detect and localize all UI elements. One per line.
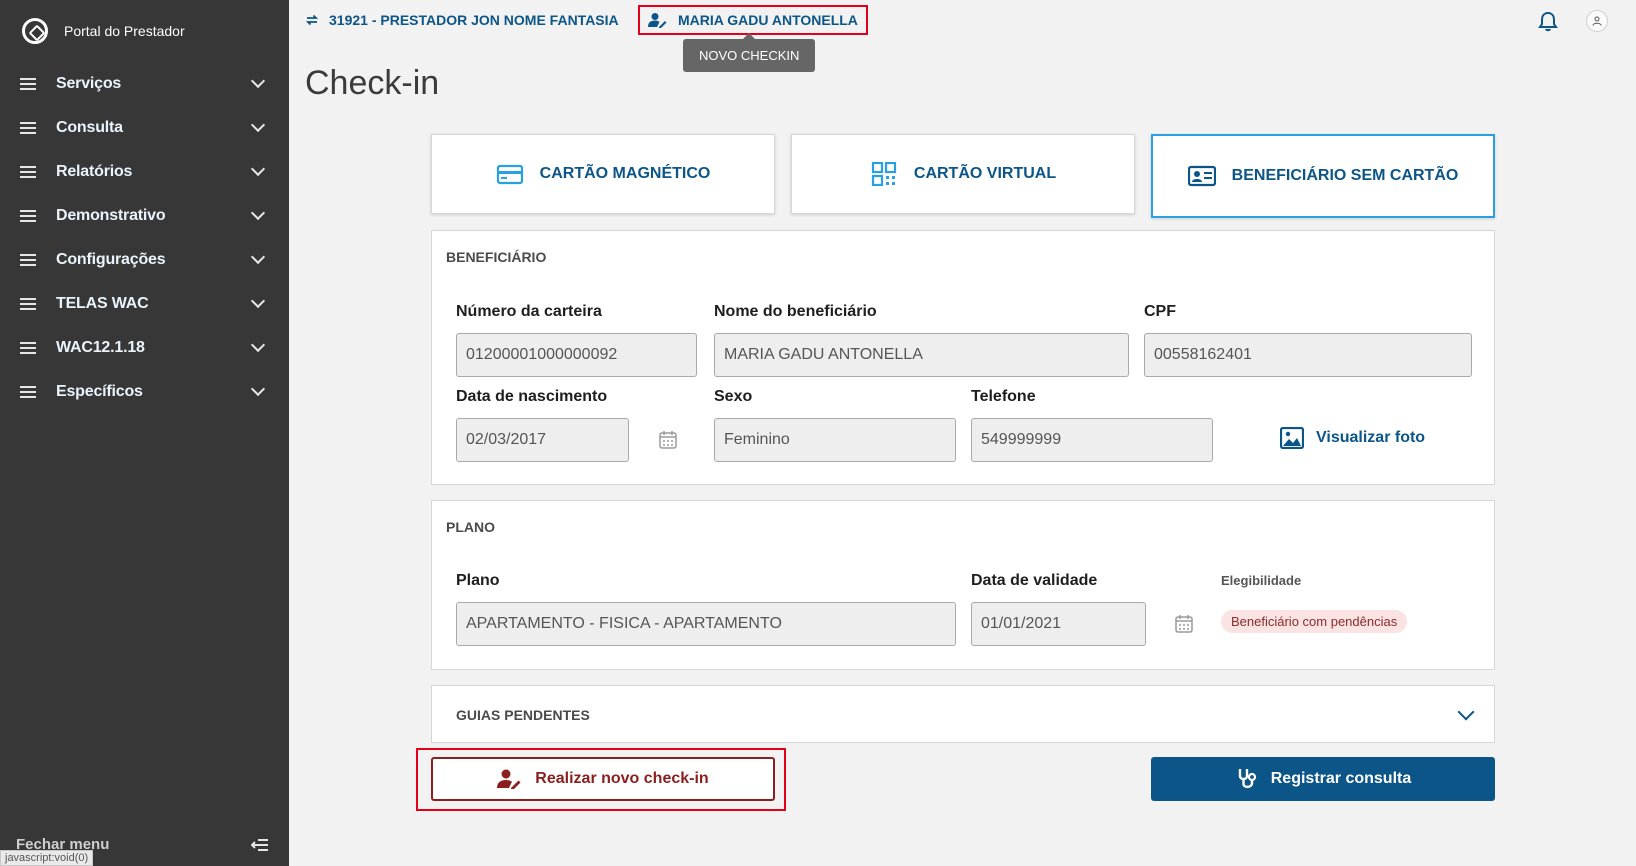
menu-icon (20, 386, 36, 398)
chevron-down-icon (250, 117, 266, 133)
telefone-label: Telefone (971, 388, 1036, 405)
image-icon (1280, 427, 1304, 449)
calendar-icon[interactable] (658, 430, 678, 450)
sidebar-item-servicos[interactable]: Serviços (0, 62, 289, 106)
tab-label: BENEFICIÁRIO SEM CARTÃO (1231, 167, 1459, 184)
sidebar-item-label: Serviços (56, 75, 122, 92)
sidebar-item-wac12[interactable]: WAC12.1.18 (0, 326, 289, 370)
numero-carteira-label: Número da carteira (456, 303, 602, 320)
status-badge: Beneficiário com pendências (1221, 610, 1408, 633)
sidebar: Portal do Prestador Serviços Consulta Re… (0, 0, 289, 866)
numero-carteira-field[interactable] (456, 333, 697, 377)
menu-icon (20, 342, 36, 354)
swap-icon (305, 14, 319, 26)
sidebar-item-label: Configurações (56, 251, 166, 268)
browser-status-url: javascript:void(0) (0, 850, 94, 866)
data-nascimento-field[interactable] (456, 418, 629, 462)
novo-checkin-label: Realizar novo check-in (535, 770, 709, 787)
novo-checkin-tooltip: NOVO CHECKIN (683, 33, 816, 72)
sidebar-item-label: Relatórios (56, 163, 133, 180)
sidebar-item-telas-wac[interactable]: TELAS WAC (0, 282, 289, 326)
chevron-down-icon (1457, 703, 1475, 721)
chevron-down-icon (250, 205, 266, 221)
chevron-down-icon (250, 337, 266, 353)
plano-card: PLANO Plano Data de validade Elegibilida… (431, 500, 1495, 670)
cpf-field[interactable] (1144, 333, 1472, 377)
data-nascimento-label: Data de nascimento (456, 388, 608, 405)
menu-icon (20, 210, 36, 222)
chevron-down-icon (250, 293, 266, 309)
sidebar-item-relatorios[interactable]: Relatórios (0, 150, 289, 194)
menu-icon (20, 166, 36, 178)
user-icon (1592, 16, 1602, 26)
plano-label: Plano (456, 572, 500, 589)
telefone-field[interactable] (971, 418, 1213, 462)
bell-icon[interactable] (1537, 10, 1559, 32)
nome-beneficiario-label: Nome do beneficiário (714, 303, 877, 320)
chevron-down-icon (250, 381, 266, 397)
sidebar-item-configuracoes[interactable]: Configurações (0, 238, 289, 282)
chevron-down-icon (250, 73, 266, 89)
calendar-icon[interactable] (1174, 614, 1194, 634)
brand[interactable]: Portal do Prestador (22, 18, 185, 44)
section-title: PLANO (446, 519, 495, 535)
tab-label: CARTÃO MAGNÉTICO (539, 165, 711, 182)
sexo-field[interactable] (714, 418, 956, 462)
sidebar-item-demonstrativo[interactable]: Demonstrativo (0, 194, 289, 238)
menu-icon (20, 122, 36, 134)
avatar[interactable] (1586, 10, 1608, 32)
novo-checkin-button[interactable]: Realizar novo check-in (431, 757, 775, 801)
elegibilidade-label: Elegibilidade (1221, 573, 1302, 588)
beneficiario-chip-label: MARIA GADU ANTONELLA (678, 12, 858, 28)
chevron-down-icon (250, 249, 266, 265)
prestador-switch[interactable]: 31921 - PRESTADOR JON NOME FANTASIA (305, 12, 619, 28)
qr-code-icon (871, 162, 896, 186)
beneficiario-chip[interactable]: MARIA GADU ANTONELLA (638, 5, 868, 35)
tab-cartao-virtual[interactable]: CARTÃO VIRTUAL (791, 134, 1135, 214)
registrar-consulta-button[interactable]: Registrar consulta (1151, 757, 1495, 801)
sidebar-item-label: Demonstrativo (56, 207, 166, 224)
user-edit-icon (648, 13, 667, 28)
registrar-consulta-label: Registrar consulta (1270, 770, 1412, 787)
tab-label: CARTÃO VIRTUAL (913, 165, 1057, 182)
visualizar-foto-label: Visualizar foto (1316, 429, 1426, 446)
cpf-label: CPF (1144, 303, 1176, 320)
sidebar-item-especificos[interactable]: Específicos (0, 370, 289, 414)
tab-cartao-magnetico[interactable]: CARTÃO MAGNÉTICO (431, 134, 775, 214)
sexo-label: Sexo (714, 388, 753, 405)
sidebar-item-label: WAC12.1.18 (56, 339, 145, 356)
data-validade-field[interactable] (971, 602, 1146, 646)
stethoscope-icon (1238, 769, 1256, 789)
plano-field[interactable] (456, 602, 956, 646)
chevron-down-icon (250, 161, 266, 177)
sidebar-item-label: Consulta (56, 119, 123, 136)
guias-pendentes-accordion[interactable]: GUIAS PENDENTES (431, 685, 1495, 743)
topbar: 31921 - PRESTADOR JON NOME FANTASIA MARI… (289, 0, 1636, 72)
sidebar-item-label: TELAS WAC (56, 295, 149, 312)
user-edit-icon (497, 769, 521, 789)
nome-beneficiario-field[interactable] (714, 333, 1129, 377)
data-validade-label: Data de validade (971, 572, 1098, 589)
credit-card-icon (496, 164, 523, 185)
page-title: Check-in (305, 64, 440, 102)
collapse-menu-icon[interactable] (251, 838, 269, 852)
brand-name: Portal do Prestador (64, 23, 185, 39)
section-title: BENEFICIÁRIO (446, 249, 547, 265)
menu-icon (20, 298, 36, 310)
prestador-name: 31921 - PRESTADOR JON NOME FANTASIA (329, 12, 619, 28)
beneficiario-card: BENEFICIÁRIO Número da carteira Nome do … (431, 230, 1495, 485)
visualizar-foto-link[interactable]: Visualizar foto (1280, 427, 1425, 449)
sidebar-menu: Serviços Consulta Relatórios Demonstrati… (0, 62, 289, 414)
totvs-logo-icon (22, 18, 48, 44)
guias-pendentes-title: GUIAS PENDENTES (456, 707, 590, 723)
menu-icon (20, 254, 36, 266)
tab-beneficiario-sem-cartao[interactable]: BENEFICIÁRIO SEM CARTÃO (1151, 134, 1495, 218)
menu-icon (20, 78, 36, 90)
sidebar-item-consulta[interactable]: Consulta (0, 106, 289, 150)
sidebar-item-label: Específicos (56, 383, 143, 400)
id-card-icon (1187, 165, 1216, 187)
